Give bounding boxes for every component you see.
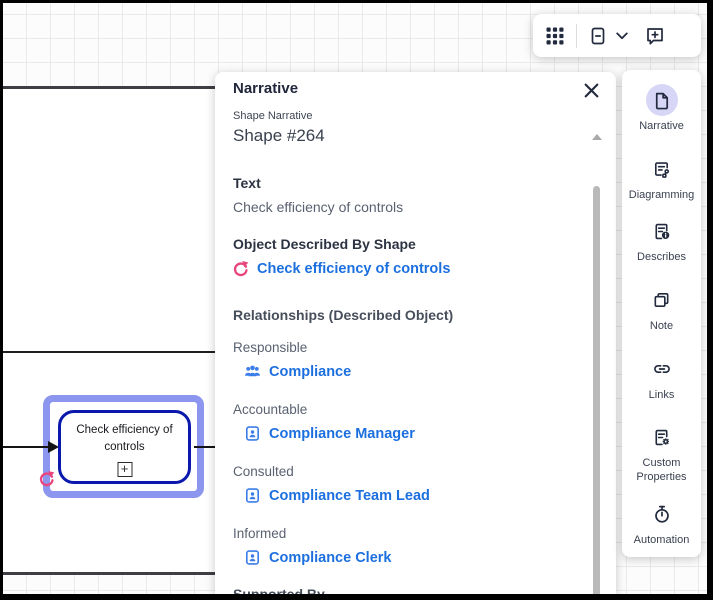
relationship-role: Informed (233, 526, 286, 541)
panel-title: Narrative (233, 80, 298, 97)
add-comment-icon[interactable] (645, 26, 665, 46)
relationship-link[interactable]: Compliance Manager (269, 426, 415, 442)
supported-by-heading: Supported By (233, 586, 325, 594)
chain-link-icon (652, 359, 672, 379)
shape-narrative-label: Shape Narrative (233, 110, 313, 122)
scroll-up-arrow[interactable] (592, 134, 602, 140)
relationship-link-row[interactable]: Compliance Clerk (244, 549, 392, 566)
copy-pages-icon (652, 291, 671, 310)
shape-name-field[interactable]: Shape #264 (233, 126, 325, 146)
role-card-icon (244, 549, 261, 566)
app-window: Check efficiency of controls + (0, 0, 713, 600)
relationship-link[interactable]: Compliance Team Lead (269, 488, 430, 504)
document-icon[interactable] (588, 26, 608, 46)
task-shape-check-efficiency[interactable]: Check efficiency of controls + (58, 410, 191, 484)
close-icon[interactable] (583, 82, 601, 100)
narrative-panel: Narrative Shape Narrative Shape #264 Tex… (215, 72, 616, 594)
relationship-link-row[interactable]: Compliance Manager (244, 425, 415, 442)
incoming-flow-line (3, 446, 48, 448)
text-section-heading: Text (233, 175, 261, 191)
sidebar-item-custom-properties[interactable]: Custom Properties (622, 421, 701, 485)
relationship-link[interactable]: Compliance (269, 364, 351, 380)
team-icon (244, 363, 261, 380)
relationship-link-row[interactable]: Compliance Team Lead (244, 487, 430, 504)
role-card-icon (244, 425, 261, 442)
diagram-doc-icon (652, 160, 671, 179)
relationships-heading: Relationships (Described Object) (233, 307, 453, 323)
text-section-value: Check efficiency of controls (233, 199, 403, 215)
role-card-icon (244, 487, 261, 504)
diagram-canvas[interactable]: Check efficiency of controls + (3, 3, 707, 594)
relationship-link-row[interactable]: Compliance (244, 363, 351, 380)
doc-info-icon (652, 222, 671, 241)
stopwatch-icon (652, 504, 672, 524)
detail-sidebar: Narrative Diagramming (622, 70, 701, 557)
relationship-role: Consulted (233, 464, 294, 479)
relationship-role: Accountable (233, 402, 307, 417)
sidebar-item-diagramming[interactable]: Diagramming (622, 153, 701, 202)
object-link-row[interactable]: Check efficiency of controls (232, 260, 450, 277)
sidebar-item-narrative[interactable]: Narrative (622, 84, 701, 133)
sidebar-item-describes[interactable]: Describes (622, 215, 701, 264)
sidebar-item-automation[interactable]: Automation (622, 498, 701, 547)
page-icon (652, 91, 671, 110)
process-cycle-icon (232, 260, 249, 277)
panel-scrollbar[interactable] (593, 186, 600, 594)
waffle-grid-icon[interactable] (546, 27, 564, 45)
sidebar-item-links[interactable]: Links (622, 353, 701, 402)
top-toolbar (533, 14, 701, 57)
doc-gear-icon (652, 428, 671, 447)
process-cycle-icon[interactable] (38, 470, 55, 487)
sidebar-item-note[interactable]: Note (622, 284, 701, 333)
relationship-link[interactable]: Compliance Clerk (269, 550, 392, 566)
task-shape-label: Check efficiency of controls (67, 422, 183, 455)
subprocess-expand-marker[interactable]: + (117, 462, 132, 477)
toolbar-divider (576, 24, 577, 48)
object-section-heading: Object Described By Shape (233, 236, 416, 252)
object-link[interactable]: Check efficiency of controls (257, 261, 450, 277)
chevron-down-icon[interactable] (616, 32, 628, 40)
relationship-role: Responsible (233, 340, 307, 355)
